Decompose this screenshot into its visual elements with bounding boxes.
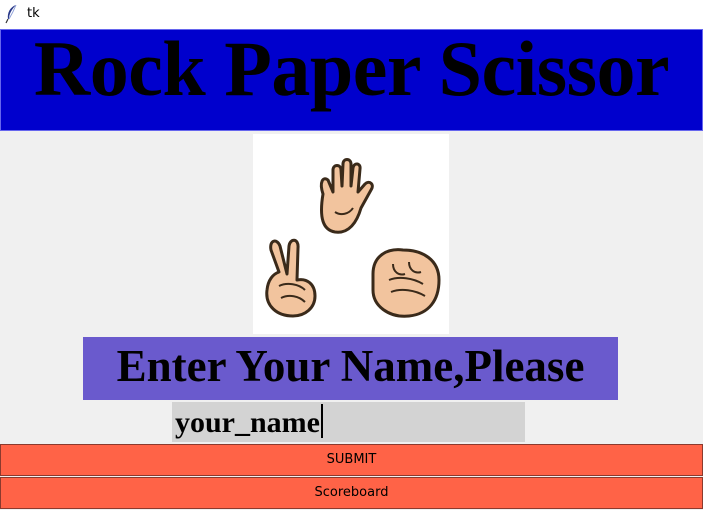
header-banner: Rock Paper Scissor <box>0 29 703 131</box>
tk-feather-icon <box>5 4 17 24</box>
rock-paper-scissors-hands-image <box>253 134 449 334</box>
name-prompt-label: Enter Your Name,Please <box>116 341 585 391</box>
game-title: Rock Paper Scissor <box>33 29 670 112</box>
name-input[interactable] <box>172 402 525 442</box>
app-window: tk Rock Paper Scissor Enter Your Name,Pl… <box>0 0 703 510</box>
submit-button[interactable]: SUBMIT <box>0 444 703 476</box>
name-prompt-banner: Enter Your Name,Please <box>83 337 618 400</box>
window-title: tk <box>27 6 40 21</box>
rock-hand-icon <box>371 248 441 318</box>
title-bar: tk <box>0 0 703 29</box>
scissors-hand-icon <box>265 238 317 318</box>
scoreboard-button[interactable]: Scoreboard <box>0 477 703 509</box>
paper-hand-icon <box>319 158 374 234</box>
